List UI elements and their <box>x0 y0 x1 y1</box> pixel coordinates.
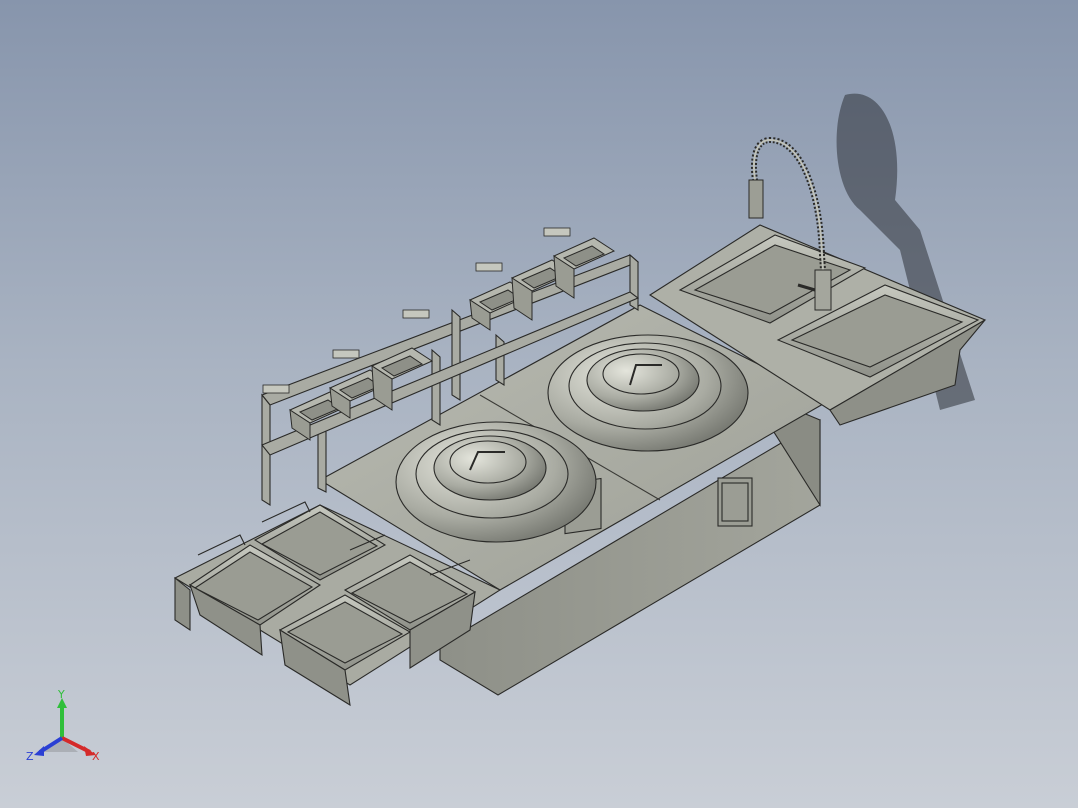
x-axis-label: X <box>92 750 100 763</box>
coordinate-triad: Y X Z <box>26 690 100 763</box>
z-axis-label: Z <box>26 750 34 763</box>
y-axis-label: Y <box>57 690 65 701</box>
graphics-viewport[interactable]: Y X Z <box>0 0 1078 808</box>
z-axis-head <box>34 746 44 756</box>
burner-lid-front[interactable] <box>395 421 597 543</box>
burner-lid-rear[interactable] <box>547 334 749 452</box>
model-view[interactable] <box>0 0 1078 808</box>
